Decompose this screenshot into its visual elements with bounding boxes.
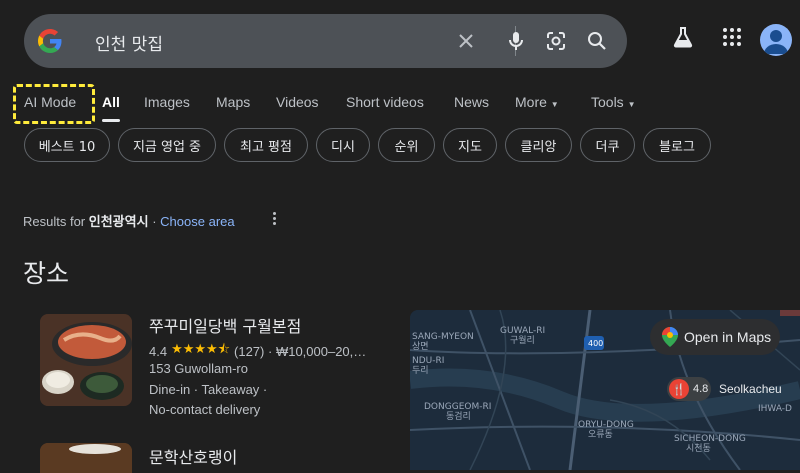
- results-location: 인천광역시: [88, 215, 149, 230]
- results-for-line: Results for 인천광역시 · Choose area: [23, 211, 235, 230]
- chip-ranking[interactable]: 순위: [378, 128, 435, 162]
- results-separator: ·: [152, 214, 157, 229]
- chip-dc[interactable]: 디시: [316, 128, 370, 162]
- tab-news[interactable]: News: [454, 94, 489, 110]
- chip-best-10[interactable]: 베스트 10: [24, 128, 110, 162]
- maps-pin-icon: [662, 327, 678, 347]
- open-in-maps-label: Open in Maps: [684, 329, 772, 345]
- tab-tools[interactable]: Tools ▼: [591, 94, 636, 110]
- map-label-guwolri: GUWAL-RI: [500, 326, 546, 336]
- tab-images[interactable]: Images: [144, 94, 190, 110]
- map-label-sicheon: SICHEON-DONG: [674, 434, 746, 444]
- map-place-pin[interactable]: 🍴 4.8: [667, 377, 711, 401]
- map-label-nduri-ko: 두리: [412, 366, 429, 376]
- choose-area-link[interactable]: Choose area: [160, 214, 234, 229]
- place-thumbnail[interactable]: [40, 314, 132, 406]
- tab-more-label: More: [515, 94, 547, 110]
- chip-blog[interactable]: 블로그: [643, 128, 711, 162]
- account-avatar-icon[interactable]: [760, 24, 792, 56]
- road-number-badge: 400: [588, 339, 604, 348]
- more-options-icon[interactable]: [269, 210, 279, 226]
- place-rating: 4.4: [149, 343, 168, 359]
- mic-icon[interactable]: [505, 30, 527, 52]
- ai-mode-highlight: [13, 84, 95, 124]
- place-price: · ₩10,000–20,…: [268, 343, 367, 359]
- map-label-oryu-ko: 오류동: [588, 430, 613, 440]
- map-label-ihwa: IHWA-D: [758, 404, 792, 414]
- open-in-maps-button[interactable]: Open in Maps: [650, 319, 780, 355]
- map-pin-name[interactable]: Seolkacheu: [719, 382, 782, 396]
- chip-theqoo[interactable]: 더쿠: [580, 128, 635, 162]
- place-services: Dine-in · Takeaway ·: [149, 382, 268, 397]
- restaurant-icon: 🍴: [669, 379, 689, 399]
- tab-maps[interactable]: Maps: [216, 94, 250, 110]
- tab-more[interactable]: More ▼: [515, 94, 559, 110]
- tab-tools-label: Tools: [591, 94, 624, 110]
- caret-down-icon: ▼: [550, 100, 559, 109]
- map-label-sicheon-ko: 시천동: [686, 444, 711, 454]
- map-pin-rating: 4.8: [693, 383, 709, 395]
- search-bar[interactable]: 인천 맛집: [24, 14, 627, 68]
- place-address: 153 Guwollam-ro: [149, 361, 248, 376]
- places-section-title: 장소: [23, 259, 70, 288]
- camera-lens-icon[interactable]: [545, 30, 567, 52]
- google-g-icon: [38, 29, 62, 53]
- search-icon[interactable]: [586, 30, 608, 52]
- chip-top-rated[interactable]: 최고 평점: [224, 128, 308, 162]
- place-name[interactable]: 쭈꾸미일당백 구월본점: [149, 313, 301, 337]
- search-input[interactable]: 인천 맛집: [95, 30, 163, 55]
- tab-short-videos[interactable]: Short videos: [346, 94, 424, 110]
- place-services-delivery: No-contact delivery: [149, 402, 261, 417]
- map-label-nduri: NDU-RI: [412, 356, 445, 366]
- tab-videos[interactable]: Videos: [276, 94, 319, 110]
- caret-down-icon: ▼: [627, 100, 636, 109]
- chip-open-now[interactable]: 지금 영업 중: [118, 128, 216, 162]
- map-label-oryu: ORYU-DONG: [578, 420, 634, 430]
- labs-flask-icon[interactable]: [670, 24, 696, 50]
- map-label-sangmyeon-ko: 상면: [412, 342, 429, 352]
- close-icon[interactable]: [455, 30, 477, 52]
- tab-all[interactable]: All: [102, 94, 120, 110]
- chip-map[interactable]: 지도: [443, 128, 497, 162]
- active-tab-indicator: [102, 119, 120, 122]
- apps-grid-icon[interactable]: [719, 24, 745, 50]
- place-thumbnail[interactable]: [40, 443, 132, 473]
- place-review-count: (127): [234, 343, 265, 359]
- map-label-guwolri-ko: 구월리: [510, 336, 535, 346]
- map-label-donggeom-ko: 동검리: [446, 412, 471, 422]
- star-rating-icon: ★★★★⯪: [171, 341, 231, 356]
- place-rating-line: 4.4 ★★★★⯪ (127) · ₩10,000–20,…: [149, 340, 366, 362]
- place-name[interactable]: 문학산호랭이: [149, 444, 237, 468]
- results-for-prefix: Results for: [23, 214, 86, 229]
- map-label-sangmyeon: SANG-MYEON: [412, 332, 474, 342]
- map-label-donggeom: DONGGEOM-RI: [424, 402, 492, 412]
- chip-clien[interactable]: 클리앙: [505, 128, 572, 162]
